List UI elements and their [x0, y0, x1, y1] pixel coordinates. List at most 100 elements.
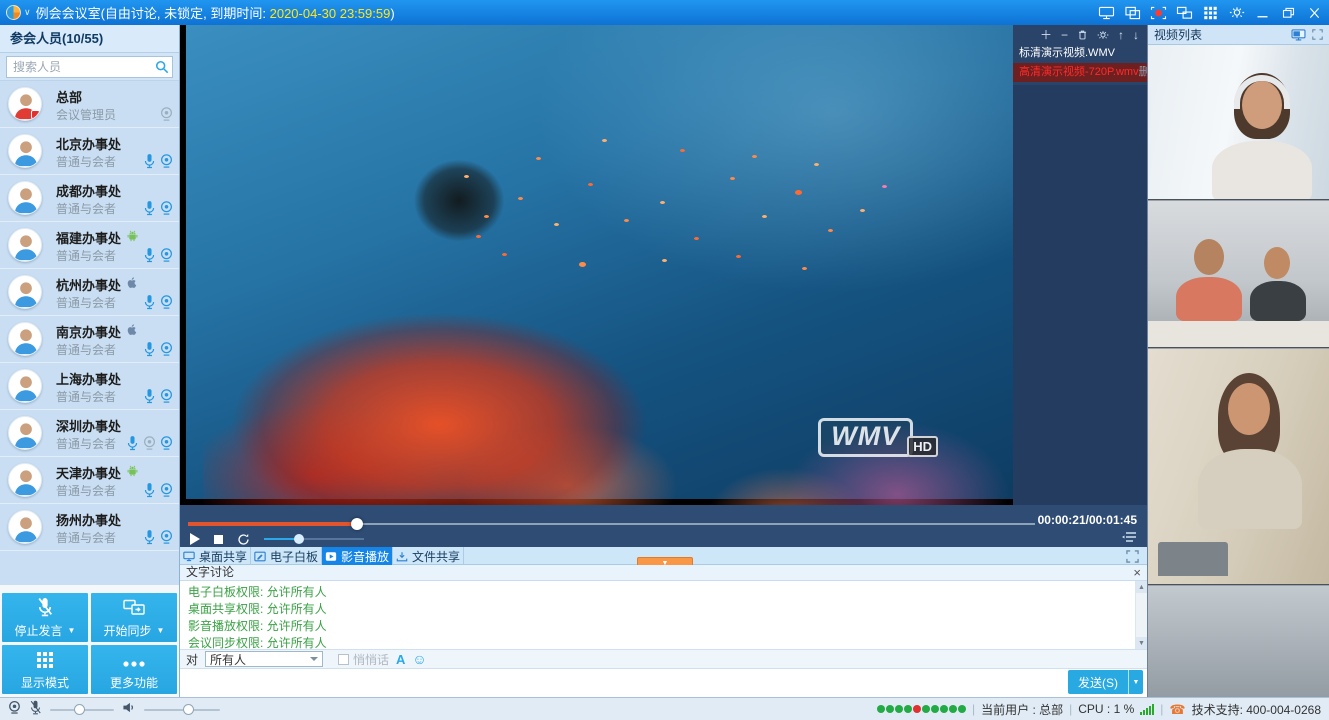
grid-icon[interactable]	[1202, 5, 1219, 20]
mic-icon[interactable]	[143, 482, 156, 498]
chat-close-icon[interactable]: ×	[1133, 565, 1141, 580]
camera-icon[interactable]	[160, 200, 173, 216]
webcam-status-icon[interactable]	[8, 700, 21, 718]
slider-handle[interactable]	[183, 704, 194, 715]
playlist-move-up-icon[interactable]: ↑	[1118, 29, 1124, 41]
slider-handle[interactable]	[74, 704, 85, 715]
restore-button[interactable]	[1280, 5, 1297, 20]
dropdown-caret-icon[interactable]: ▼	[68, 626, 76, 635]
playlist-move-down-icon[interactable]: ↓	[1133, 29, 1139, 41]
mic-icon[interactable]	[143, 388, 156, 404]
whisper-checkbox[interactable]	[338, 654, 349, 665]
close-button[interactable]	[1306, 5, 1323, 20]
recipient-select[interactable]: 所有人	[205, 651, 323, 667]
video-feed-1[interactable]	[1148, 45, 1329, 200]
participant-row[interactable]: 天津办事处 普通与会者	[0, 457, 179, 504]
camera-icon[interactable]	[160, 247, 173, 263]
participant-row[interactable]: 北京办事处 普通与会者	[0, 128, 179, 175]
speaker-volume-slider[interactable]	[144, 704, 220, 715]
stop-speaking-button[interactable]: 停止发言▼	[2, 593, 88, 642]
participant-row[interactable]: 杭州办事处 普通与会者	[0, 269, 179, 316]
delete-link[interactable]: 删除	[1139, 63, 1147, 82]
participant-search	[0, 53, 179, 81]
display-mode-button[interactable]: 显示模式	[2, 645, 88, 694]
volume-handle[interactable]	[294, 534, 304, 544]
camera-icon[interactable]	[160, 153, 173, 169]
seek-bar[interactable]	[188, 518, 1035, 530]
participant-row[interactable]: 深圳办事处 普通与会者	[0, 410, 179, 457]
play-button[interactable]	[190, 533, 200, 545]
tab-desktop-share[interactable]: 桌面共享	[180, 547, 251, 565]
status-dot	[904, 705, 912, 713]
message-input[interactable]	[184, 671, 1083, 694]
camera-gray-icon[interactable]	[160, 106, 173, 122]
tab-whiteboard[interactable]: 电子白板	[251, 547, 322, 565]
screen-cast-icon[interactable]	[1098, 5, 1115, 20]
playlist-item-selected[interactable]: 高清演示视频-720P.wmv删除	[1013, 63, 1147, 82]
mic-muted-status-icon[interactable]	[29, 700, 42, 718]
record-icon[interactable]	[1150, 5, 1167, 20]
video-feed-3[interactable]	[1148, 349, 1329, 585]
select-caret-icon	[310, 657, 318, 661]
font-settings-button[interactable]: A	[396, 652, 405, 667]
video-monitor-icon[interactable]	[1291, 29, 1306, 41]
minimize-button[interactable]	[1254, 5, 1271, 20]
mic-icon[interactable]	[143, 247, 156, 263]
participant-row[interactable]: 成都办事处 普通与会者	[0, 175, 179, 222]
stop-button[interactable]	[214, 535, 223, 544]
playlist-toggle-icon[interactable]	[1121, 531, 1137, 543]
mic-icon[interactable]	[143, 294, 156, 310]
window-share-icon[interactable]	[1124, 5, 1141, 20]
mic-volume-slider[interactable]	[50, 704, 114, 715]
send-button[interactable]: 发送(S) ▼	[1068, 670, 1143, 694]
start-sync-button[interactable]: 开始同步▼	[91, 593, 177, 642]
participant-row[interactable]: 南京办事处 普通与会者	[0, 316, 179, 363]
playlist-add-icon[interactable]: ＋	[1040, 29, 1052, 41]
camera-icon[interactable]	[160, 388, 173, 404]
mic-icon[interactable]	[143, 341, 156, 357]
menu-caret-icon[interactable]: ∨	[24, 7, 31, 18]
seek-handle[interactable]	[351, 518, 363, 530]
search-icon[interactable]	[155, 60, 169, 77]
participant-row[interactable]: 总部 会议管理员	[0, 81, 179, 128]
fullscreen-expand-icon[interactable]	[1126, 550, 1139, 563]
tab-media-playback[interactable]: 影音播放	[322, 547, 393, 565]
speaker-icon[interactable]	[122, 701, 136, 717]
tab-file-share[interactable]: 文件共享	[393, 547, 464, 565]
participant-row[interactable]: 上海办事处 普通与会者	[0, 363, 179, 410]
playlist-trash-icon[interactable]	[1077, 29, 1088, 41]
camera-icon[interactable]	[160, 341, 173, 357]
playlist-settings-icon[interactable]	[1097, 29, 1109, 41]
chat-toolbar: 对 所有人 悄悄话 A ☺	[180, 649, 1147, 668]
camera-gray-icon[interactable]	[143, 435, 156, 451]
emoji-button[interactable]: ☺	[412, 652, 426, 666]
camera-icon[interactable]	[160, 482, 173, 498]
camera-icon[interactable]	[160, 294, 173, 310]
network-share-icon[interactable]	[1176, 5, 1193, 20]
scroll-up-icon[interactable]: ▲	[1136, 581, 1147, 593]
video-list-expand-icon[interactable]	[1312, 29, 1323, 40]
scroll-down-icon[interactable]: ▼	[1136, 637, 1147, 649]
mic-icon[interactable]	[143, 153, 156, 169]
settings-gear-icon[interactable]	[1228, 5, 1245, 20]
mic-icon[interactable]	[126, 435, 139, 451]
chat-header: 文字讨论 ×	[180, 565, 1147, 581]
search-input[interactable]	[6, 56, 173, 78]
participant-row[interactable]: 福建办事处 普通与会者	[0, 222, 179, 269]
playlist-item[interactable]: 标清演示视频.WMV	[1013, 44, 1147, 63]
camera-icon[interactable]	[160, 529, 173, 545]
video-feed-2[interactable]	[1148, 201, 1329, 348]
mic-icon[interactable]	[143, 200, 156, 216]
mic-icon[interactable]	[143, 529, 156, 545]
more-functions-button[interactable]: 更多功能	[91, 645, 177, 694]
video-feed-empty-slot	[1148, 586, 1329, 697]
send-options-caret-icon[interactable]: ▼	[1128, 670, 1143, 694]
dropdown-caret-icon[interactable]: ▼	[157, 626, 165, 635]
participant-row[interactable]: 扬州办事处 普通与会者	[0, 504, 179, 551]
chat-scrollbar[interactable]: ▲ ▼	[1135, 581, 1147, 649]
replay-button[interactable]	[237, 533, 250, 546]
playlist-remove-icon[interactable]: −	[1061, 29, 1068, 41]
video-stage[interactable]: WMV HD	[180, 25, 1013, 505]
camera-icon[interactable]	[160, 435, 173, 451]
player-volume-slider[interactable]	[264, 533, 364, 545]
